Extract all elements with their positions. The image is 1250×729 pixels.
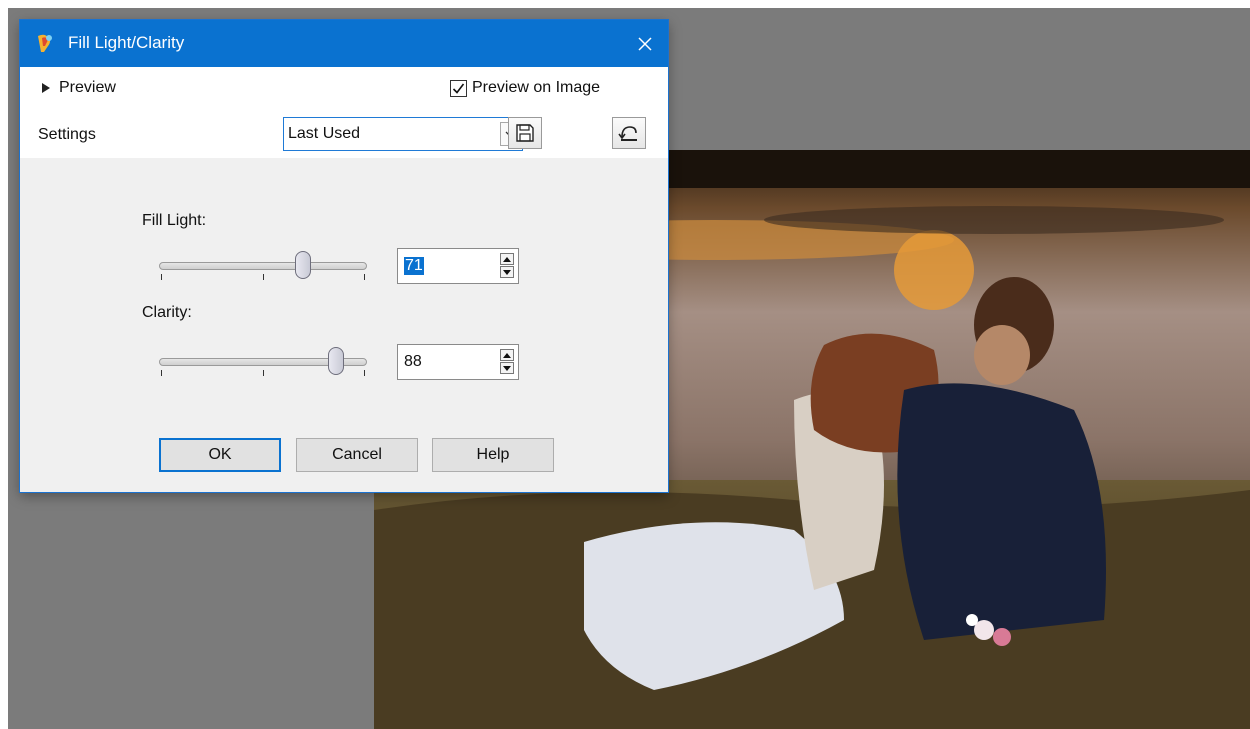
help-button[interactable]: Help bbox=[432, 438, 554, 472]
triangle-down-icon bbox=[503, 365, 511, 371]
reset-arrow-icon bbox=[618, 126, 637, 141]
settings-preset-select[interactable]: Last Used bbox=[283, 117, 523, 151]
checkmark-icon bbox=[452, 83, 465, 94]
fill-light-slider-thumb[interactable] bbox=[295, 251, 311, 279]
clarity-label: Clarity: bbox=[142, 304, 192, 321]
dialog-title: Fill Light/Clarity bbox=[68, 33, 185, 52]
paintshop-pro-icon bbox=[34, 32, 58, 56]
dialog-title-bar[interactable]: Fill Light/Clarity bbox=[20, 20, 668, 67]
floppy-disk-icon bbox=[516, 124, 534, 142]
fill-light-slider[interactable] bbox=[159, 248, 371, 288]
slider-tick bbox=[263, 370, 264, 376]
slider-track[interactable] bbox=[159, 262, 367, 270]
slider-tick bbox=[161, 370, 162, 376]
fill-light-spinbox[interactable]: 71 bbox=[397, 248, 519, 284]
clarity-slider-thumb[interactable] bbox=[328, 347, 344, 375]
slider-tick bbox=[263, 274, 264, 280]
controls-panel: Fill Light: 71 Clarity: 88 OK Cancel Hel… bbox=[20, 158, 668, 492]
clarity-increment[interactable] bbox=[500, 349, 514, 361]
slider-tick bbox=[364, 370, 365, 376]
preview-on-image-checkbox[interactable] bbox=[450, 79, 467, 97]
ok-button[interactable]: OK bbox=[159, 438, 281, 472]
fill-light-increment[interactable] bbox=[500, 253, 514, 265]
slider-tick bbox=[161, 274, 162, 280]
preview-on-image-label: Preview on Image bbox=[472, 79, 601, 96]
triangle-up-icon bbox=[503, 256, 511, 262]
cancel-button[interactable]: Cancel bbox=[296, 438, 418, 472]
preview-toggle[interactable]: Preview bbox=[42, 77, 116, 99]
close-button[interactable] bbox=[622, 20, 668, 67]
save-preset-button[interactable] bbox=[508, 117, 542, 149]
triangle-up-icon bbox=[503, 352, 511, 358]
clarity-decrement[interactable] bbox=[500, 362, 514, 374]
preview-toggle-label: Preview bbox=[59, 79, 116, 96]
clarity-value[interactable]: 88 bbox=[404, 353, 422, 371]
fill-light-decrement[interactable] bbox=[500, 266, 514, 278]
clarity-spin-buttons bbox=[500, 349, 514, 375]
reset-to-default-button[interactable] bbox=[612, 117, 646, 149]
settings-label: Settings bbox=[38, 126, 96, 143]
settings-preset-value: Last Used bbox=[288, 125, 361, 142]
preview-on-image-checkbox-row[interactable]: Preview on Image bbox=[450, 77, 600, 99]
clarity-spinbox[interactable]: 88 bbox=[397, 344, 519, 380]
close-icon bbox=[638, 36, 652, 51]
slider-tick bbox=[364, 274, 365, 280]
triangle-down-icon bbox=[503, 269, 511, 275]
expand-triangle-icon bbox=[42, 83, 50, 93]
fill-light-clarity-dialog: Fill Light/Clarity Preview Preview on Im… bbox=[20, 20, 668, 492]
fill-light-spin-buttons bbox=[500, 253, 514, 279]
clarity-slider[interactable] bbox=[159, 344, 371, 384]
fill-light-value[interactable]: 71 bbox=[404, 257, 424, 275]
fill-light-label: Fill Light: bbox=[142, 212, 207, 229]
